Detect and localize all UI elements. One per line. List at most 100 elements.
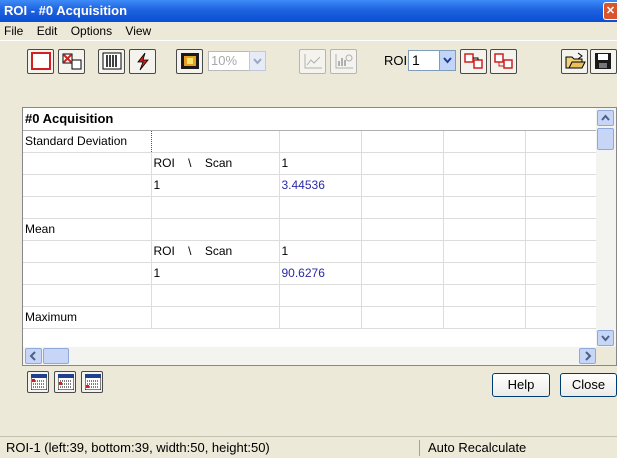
table-cell[interactable] — [525, 262, 608, 285]
vertical-scrollbar[interactable] — [596, 108, 616, 348]
percent-dropdown-button[interactable] — [249, 51, 266, 71]
table-view-1-button[interactable] — [27, 371, 49, 393]
menu-view[interactable]: View — [125, 24, 151, 38]
line-chart-icon — [304, 54, 322, 69]
table-cell[interactable] — [361, 152, 444, 175]
table-icon — [31, 374, 47, 390]
table-cell[interactable] — [361, 262, 444, 285]
table-cell[interactable] — [361, 240, 444, 263]
table-cell[interactable] — [151, 284, 280, 307]
roi-dropdown-button[interactable] — [439, 50, 456, 71]
table-cell[interactable]: ROI \ Scan — [151, 240, 280, 263]
table-cell[interactable]: ROI \ Scan — [151, 152, 280, 175]
table-cell[interactable] — [279, 218, 362, 241]
table-cell[interactable] — [151, 306, 280, 329]
new-roi-button[interactable] — [27, 49, 54, 74]
table-cell[interactable] — [443, 218, 526, 241]
table-cell[interactable] — [151, 196, 280, 219]
std-dev-value[interactable]: 3.44536 — [279, 174, 362, 197]
table-cell[interactable] — [443, 152, 526, 175]
table-cell[interactable] — [525, 306, 608, 329]
table-cell[interactable] — [443, 284, 526, 307]
table-cell[interactable] — [443, 306, 526, 329]
table-view-2-button[interactable] — [54, 371, 76, 393]
table-cell[interactable] — [23, 174, 152, 197]
copy-roi-button[interactable] — [460, 49, 487, 74]
table-cell[interactable] — [443, 262, 526, 285]
table-cell[interactable] — [525, 284, 608, 307]
save-button[interactable] — [590, 49, 617, 74]
table-cell[interactable] — [361, 174, 444, 197]
scroll-down-button[interactable] — [597, 330, 614, 346]
close-button[interactable]: Close — [560, 373, 617, 397]
table-cell[interactable] — [525, 174, 608, 197]
table-cell[interactable] — [23, 262, 152, 285]
table-cell[interactable] — [361, 306, 444, 329]
mean-value[interactable]: 90.6276 — [279, 262, 362, 285]
table-view-3-button[interactable] — [81, 371, 103, 393]
table-cell[interactable] — [443, 240, 526, 263]
table-cell[interactable] — [361, 218, 444, 241]
table-cell[interactable] — [151, 130, 280, 153]
open-button[interactable] — [561, 49, 588, 74]
menu-options[interactable]: Options — [71, 24, 112, 38]
table-cell[interactable] — [23, 196, 152, 219]
table-cell[interactable] — [279, 306, 362, 329]
menu-file[interactable]: File — [4, 24, 23, 38]
table-cell[interactable] — [23, 152, 152, 175]
delete-roi-button[interactable] — [58, 49, 85, 74]
lightning-icon — [137, 52, 149, 71]
table-cell[interactable]: 1 — [279, 240, 362, 263]
table-cell[interactable] — [525, 240, 608, 263]
scroll-thumb-vertical[interactable] — [597, 128, 614, 150]
help-button[interactable]: Help — [492, 373, 550, 397]
scroll-right-button[interactable] — [579, 348, 596, 364]
link-roi-button[interactable] — [490, 49, 517, 74]
percent-input[interactable]: 10% — [208, 51, 250, 71]
lightning-button[interactable] — [129, 49, 156, 74]
columns-button[interactable] — [98, 49, 125, 74]
histogram-button[interactable] — [330, 49, 357, 74]
toolbar: 10% ROI 1 — [0, 40, 617, 80]
scroll-thumb-horizontal[interactable] — [43, 348, 69, 364]
row-label-std-dev[interactable]: Standard Deviation — [23, 130, 152, 153]
table-cell[interactable] — [525, 130, 608, 153]
table-row: Maximum — [23, 306, 616, 329]
table-cell[interactable] — [361, 196, 444, 219]
row-label-maximum[interactable]: Maximum — [23, 306, 152, 329]
close-window-button[interactable]: ✕ — [603, 2, 617, 20]
row-label-mean[interactable]: Mean — [23, 218, 152, 241]
table-cell[interactable] — [525, 152, 608, 175]
auto-recalculate-status: Auto Recalculate — [428, 440, 527, 455]
horizontal-scrollbar[interactable] — [23, 347, 598, 365]
chevron-down-icon — [443, 57, 452, 64]
scroll-up-button[interactable] — [597, 110, 614, 126]
table-cell[interactable] — [525, 218, 608, 241]
chevron-down-icon — [253, 58, 262, 65]
table-cell[interactable] — [279, 196, 362, 219]
line-chart-button[interactable] — [299, 49, 326, 74]
table-icon — [85, 374, 101, 390]
menu-edit[interactable]: Edit — [37, 24, 58, 38]
table-cell[interactable] — [443, 174, 526, 197]
table-cell[interactable]: 1 — [151, 262, 280, 285]
table-cell[interactable] — [279, 284, 362, 307]
table-cell[interactable] — [23, 284, 152, 307]
window-title: ROI - #0 Acquisition — [4, 3, 128, 18]
results-grid[interactable]: #0 Acquisition Standard Deviation ROI \ … — [22, 107, 617, 366]
table-cell[interactable]: 1 — [279, 152, 362, 175]
table-cell[interactable]: 1 — [151, 174, 280, 197]
table-cell[interactable] — [443, 196, 526, 219]
table-cell[interactable] — [279, 130, 362, 153]
roi-select[interactable]: 1 — [408, 50, 440, 71]
scroll-left-button[interactable] — [25, 348, 42, 364]
table-row: ROI \ Scan 1 — [23, 240, 616, 263]
snapshot-button[interactable] — [176, 49, 203, 74]
table-cell[interactable] — [525, 196, 608, 219]
table-row: ROI \ Scan 1 — [23, 152, 616, 175]
table-cell[interactable] — [361, 130, 444, 153]
table-cell[interactable] — [23, 240, 152, 263]
table-cell[interactable] — [361, 284, 444, 307]
table-cell[interactable] — [443, 130, 526, 153]
table-cell[interactable] — [151, 218, 280, 241]
